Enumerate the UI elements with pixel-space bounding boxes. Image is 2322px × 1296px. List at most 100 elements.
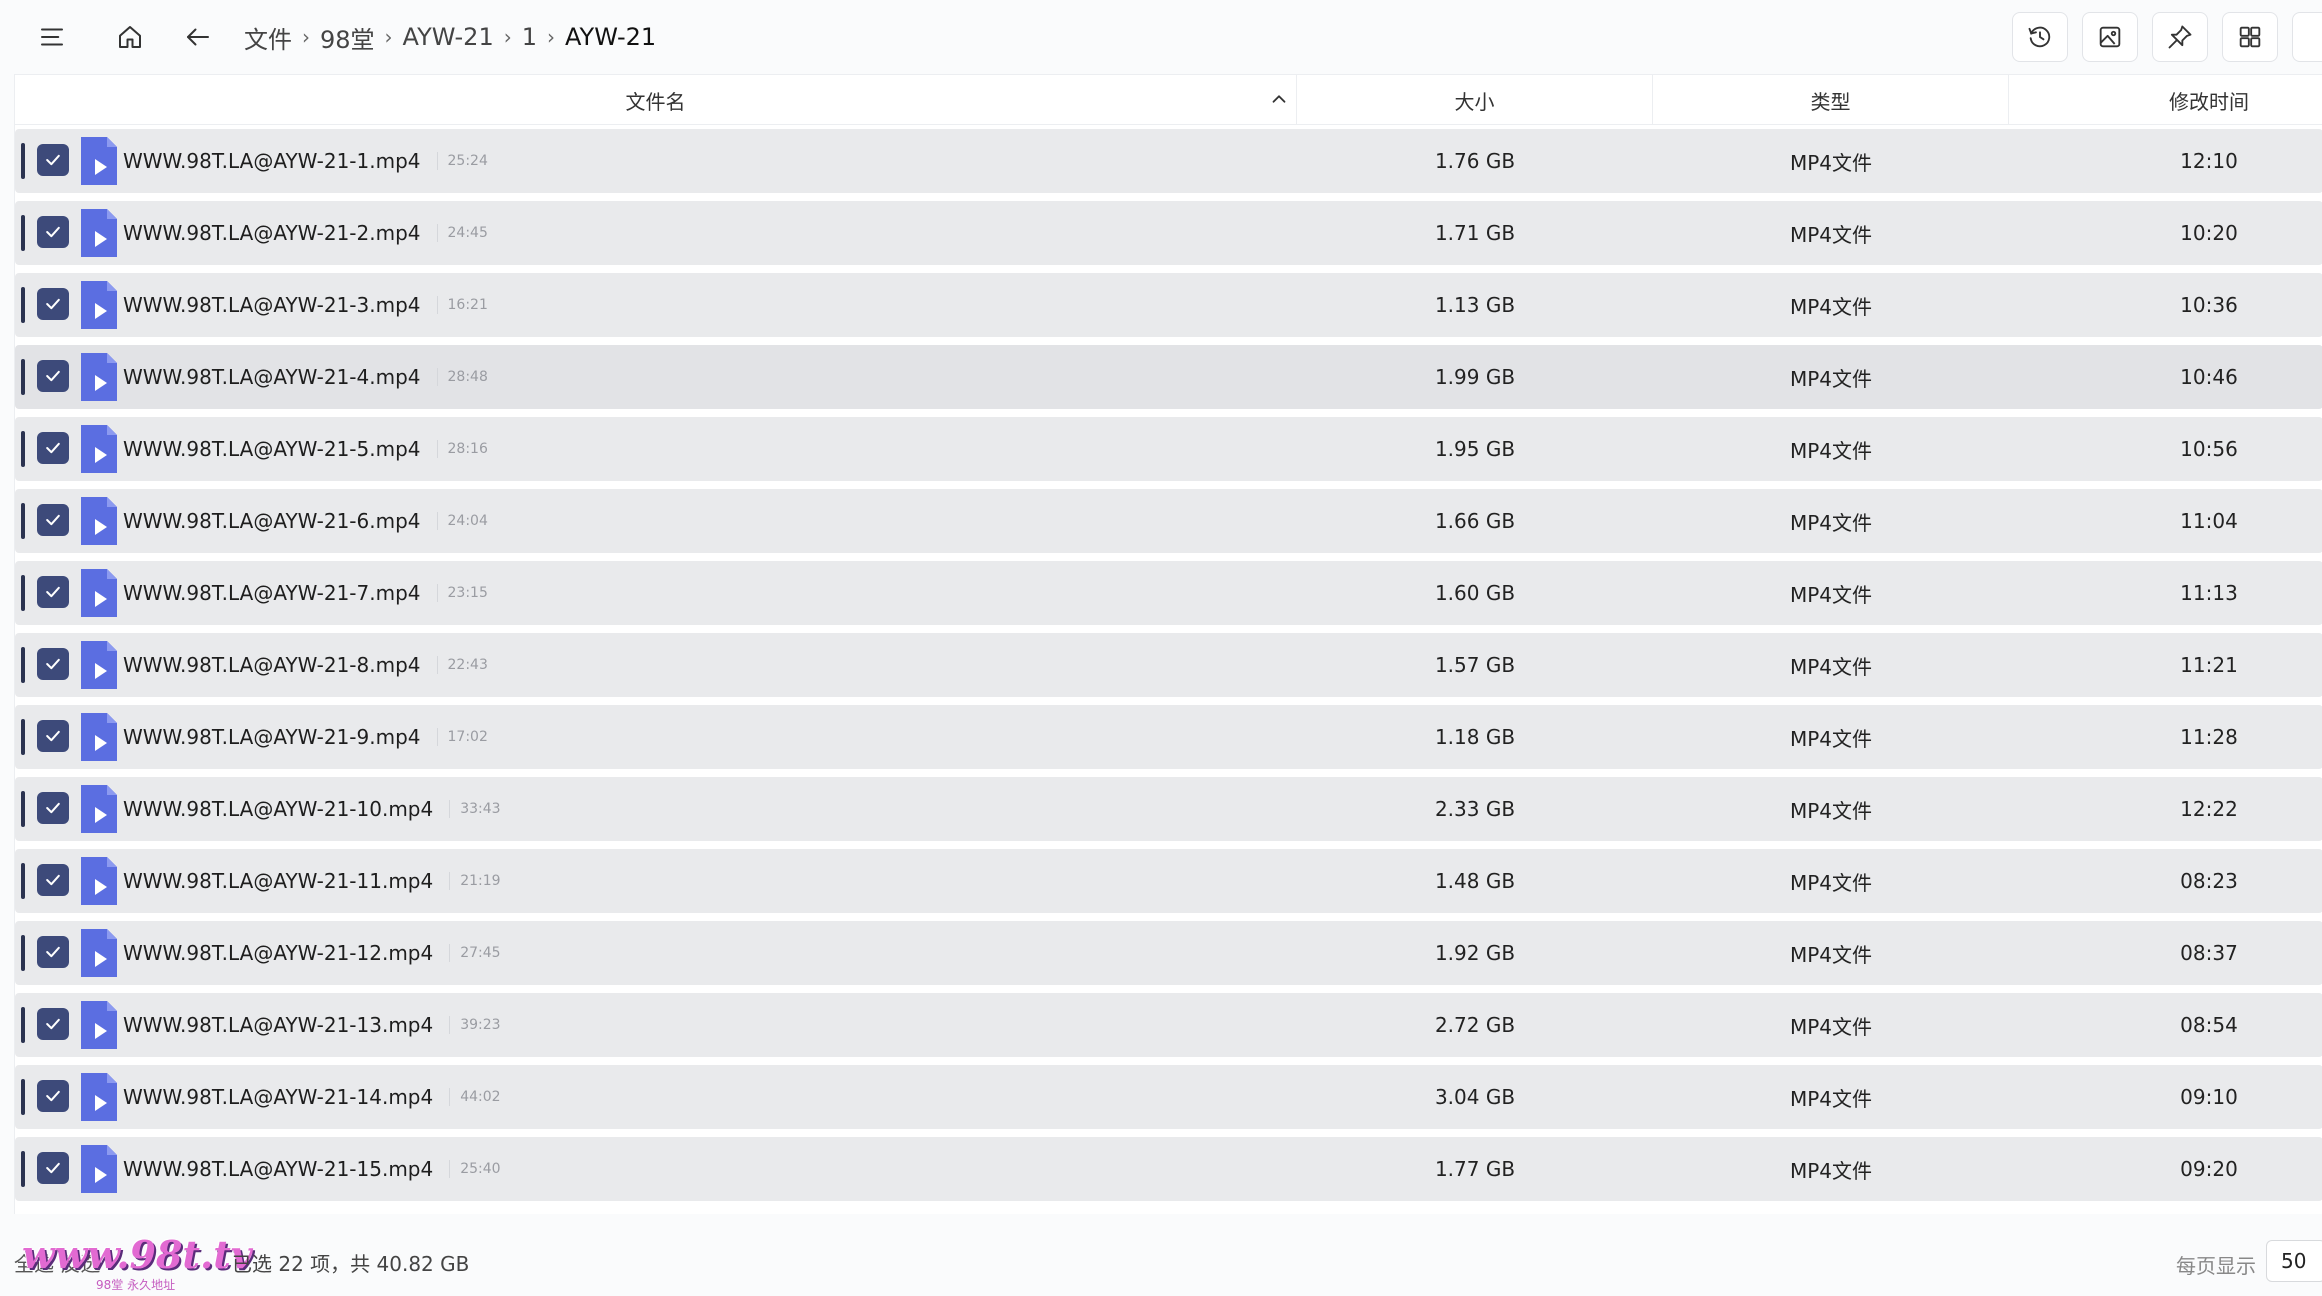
history-icon[interactable] bbox=[2012, 12, 2068, 62]
check-icon bbox=[46, 658, 60, 670]
file-name[interactable]: WWW.98T.LA@AYW-21-5.mp4 bbox=[123, 437, 421, 461]
per-page-label: 每页显示 bbox=[2176, 1254, 2256, 1278]
video-file-icon bbox=[81, 1001, 117, 1049]
video-file-icon bbox=[81, 713, 117, 761]
table-header: 文件名 大小 类型 修改时间 bbox=[15, 75, 2322, 125]
video-file-icon bbox=[81, 857, 117, 905]
grid-icon[interactable] bbox=[2222, 12, 2278, 62]
sort-ascending-icon[interactable] bbox=[1268, 88, 1290, 110]
chevron-right-icon: › bbox=[547, 25, 555, 49]
table-row[interactable]: WWW.98T.LA@AYW-21-12.mp4 27:45 1.92 GB MP… bbox=[15, 921, 2322, 985]
pin-icon[interactable] bbox=[2152, 12, 2208, 62]
file-duration: 28:16 bbox=[436, 440, 488, 458]
file-duration: 21:19 bbox=[449, 872, 501, 890]
image-icon[interactable] bbox=[2082, 12, 2138, 62]
file-mtime: 10:20 bbox=[2180, 221, 2238, 245]
row-selected-indicator bbox=[21, 215, 25, 251]
table-row[interactable]: WWW.98T.LA@AYW-21-8.mp4 22:43 1.57 GB MP4… bbox=[15, 633, 2322, 697]
table-row[interactable]: WWW.98T.LA@AYW-21-5.mp4 28:16 1.95 GB MP4… bbox=[15, 417, 2322, 481]
file-size: 1.60 GB bbox=[1434, 581, 1516, 605]
table-row[interactable]: WWW.98T.LA@AYW-21-2.mp4 24:45 1.71 GB MP4… bbox=[15, 201, 2322, 265]
file-name[interactable]: WWW.98T.LA@AYW-21-11.mp4 bbox=[123, 869, 433, 893]
row-checkbox[interactable] bbox=[37, 288, 69, 320]
row-checkbox[interactable] bbox=[37, 216, 69, 248]
column-header-label: 类型 bbox=[1810, 89, 1851, 114]
table-row[interactable]: WWW.98T.LA@AYW-21-1.mp4 25:24 1.76 GB MP4… bbox=[15, 129, 2322, 193]
table-row[interactable]: WWW.98T.LA@AYW-21-4.mp4 28:48 1.99 GB MP4… bbox=[15, 345, 2322, 409]
file-type: MP4文件 bbox=[1789, 582, 1873, 607]
file-type: MP4文件 bbox=[1789, 942, 1873, 967]
breadcrumb-item[interactable]: 文件 bbox=[240, 20, 296, 55]
back-arrow-icon[interactable] bbox=[170, 9, 226, 65]
file-name[interactable]: WWW.98T.LA@AYW-21-9.mp4 bbox=[123, 725, 421, 749]
file-duration: 33:43 bbox=[449, 800, 501, 818]
file-type: MP4文件 bbox=[1789, 654, 1873, 679]
table-row[interactable]: WWW.98T.LA@AYW-21-15.mp4 25:40 1.77 GB MP… bbox=[15, 1137, 2322, 1201]
table-row[interactable]: WWW.98T.LA@AYW-21-11.mp4 21:19 1.48 GB MP… bbox=[15, 849, 2322, 913]
row-checkbox[interactable] bbox=[37, 360, 69, 392]
video-file-icon bbox=[81, 785, 117, 833]
home-icon[interactable] bbox=[102, 9, 158, 65]
column-header-label: 文件名 bbox=[625, 89, 686, 114]
column-header-mtime[interactable]: 修改时间 bbox=[2009, 75, 2322, 125]
row-checkbox[interactable] bbox=[37, 648, 69, 680]
file-name[interactable]: WWW.98T.LA@AYW-21-12.mp4 bbox=[123, 941, 433, 965]
file-mtime: 11:21 bbox=[2180, 653, 2238, 677]
breadcrumb-item[interactable]: AYW-21 bbox=[399, 23, 498, 51]
row-checkbox[interactable] bbox=[37, 432, 69, 464]
table-row[interactable]: WWW.98T.LA@AYW-21-7.mp4 23:15 1.60 GB MP4… bbox=[15, 561, 2322, 625]
table-row[interactable]: WWW.98T.LA@AYW-21-14.mp4 44:02 3.04 GB MP… bbox=[15, 1065, 2322, 1129]
row-checkbox[interactable] bbox=[37, 792, 69, 824]
row-checkbox[interactable] bbox=[37, 144, 69, 176]
chevron-right-icon: › bbox=[384, 25, 393, 49]
file-name[interactable]: WWW.98T.LA@AYW-21-1.mp4 bbox=[123, 149, 421, 173]
file-type: MP4文件 bbox=[1789, 438, 1873, 463]
column-header-label: 修改时间 bbox=[2169, 89, 2249, 114]
check-icon bbox=[46, 154, 60, 166]
file-name[interactable]: WWW.98T.LA@AYW-21-8.mp4 bbox=[123, 653, 421, 677]
per-page-select[interactable]: 50 bbox=[2266, 1240, 2322, 1282]
file-name[interactable]: WWW.98T.LA@AYW-21-13.mp4 bbox=[123, 1013, 433, 1037]
row-checkbox[interactable] bbox=[37, 1080, 69, 1112]
file-size: 1.99 GB bbox=[1434, 365, 1516, 389]
row-checkbox[interactable] bbox=[37, 1008, 69, 1040]
file-name[interactable]: WWW.98T.LA@AYW-21-3.mp4 bbox=[123, 293, 421, 317]
file-size: 2.33 GB bbox=[1434, 797, 1516, 821]
breadcrumb-item[interactable]: 98堂 bbox=[316, 20, 379, 55]
column-header-type[interactable]: 类型 bbox=[1653, 75, 2009, 125]
column-header-label: 大小 bbox=[1454, 89, 1495, 114]
column-header-name[interactable]: 文件名 bbox=[15, 75, 1297, 125]
breadcrumb-item[interactable]: 1 bbox=[518, 23, 541, 51]
column-header-size[interactable]: 大小 bbox=[1297, 75, 1653, 125]
row-selected-indicator bbox=[21, 647, 25, 683]
file-type: MP4文件 bbox=[1789, 294, 1873, 319]
table-row[interactable]: WWW.98T.LA@AYW-21-9.mp4 17:02 1.18 GB MP4… bbox=[15, 705, 2322, 769]
row-checkbox[interactable] bbox=[37, 504, 69, 536]
file-duration: 25:40 bbox=[449, 1160, 501, 1178]
table-row[interactable]: WWW.98T.LA@AYW-21-13.mp4 39:23 2.72 GB MP… bbox=[15, 993, 2322, 1057]
row-selected-indicator bbox=[21, 287, 25, 323]
menu-icon[interactable] bbox=[24, 9, 80, 65]
file-size: 2.72 GB bbox=[1434, 1013, 1516, 1037]
row-checkbox[interactable] bbox=[37, 936, 69, 968]
table-row[interactable]: WWW.98T.LA@AYW-21-3.mp4 16:21 1.13 GB MP4… bbox=[15, 273, 2322, 337]
file-name[interactable]: WWW.98T.LA@AYW-21-7.mp4 bbox=[123, 581, 421, 605]
file-name[interactable]: WWW.98T.LA@AYW-21-2.mp4 bbox=[123, 221, 421, 245]
file-name[interactable]: WWW.98T.LA@AYW-21-4.mp4 bbox=[123, 365, 421, 389]
row-checkbox[interactable] bbox=[37, 720, 69, 752]
file-name[interactable]: WWW.98T.LA@AYW-21-14.mp4 bbox=[123, 1085, 433, 1109]
file-table: 文件名 大小 类型 修改时间 WWW.98T.LA@AYW-21-1.mp4 25… bbox=[14, 74, 2322, 1214]
row-checkbox[interactable] bbox=[37, 864, 69, 896]
file-name[interactable]: WWW.98T.LA@AYW-21-15.mp4 bbox=[123, 1157, 433, 1181]
file-mtime: 12:10 bbox=[2180, 149, 2238, 173]
row-checkbox[interactable] bbox=[37, 576, 69, 608]
file-size: 3.04 GB bbox=[1434, 1085, 1516, 1109]
file-name[interactable]: WWW.98T.LA@AYW-21-6.mp4 bbox=[123, 509, 421, 533]
more-button[interactable] bbox=[2292, 12, 2322, 62]
table-row[interactable]: WWW.98T.LA@AYW-21-10.mp4 33:43 2.33 GB MP… bbox=[15, 777, 2322, 841]
file-name[interactable]: WWW.98T.LA@AYW-21-10.mp4 bbox=[123, 797, 433, 821]
row-checkbox[interactable] bbox=[37, 1152, 69, 1184]
video-file-icon bbox=[81, 425, 117, 473]
table-row[interactable]: WWW.98T.LA@AYW-21-6.mp4 24:04 1.66 GB MP4… bbox=[15, 489, 2322, 553]
check-icon bbox=[46, 514, 60, 526]
